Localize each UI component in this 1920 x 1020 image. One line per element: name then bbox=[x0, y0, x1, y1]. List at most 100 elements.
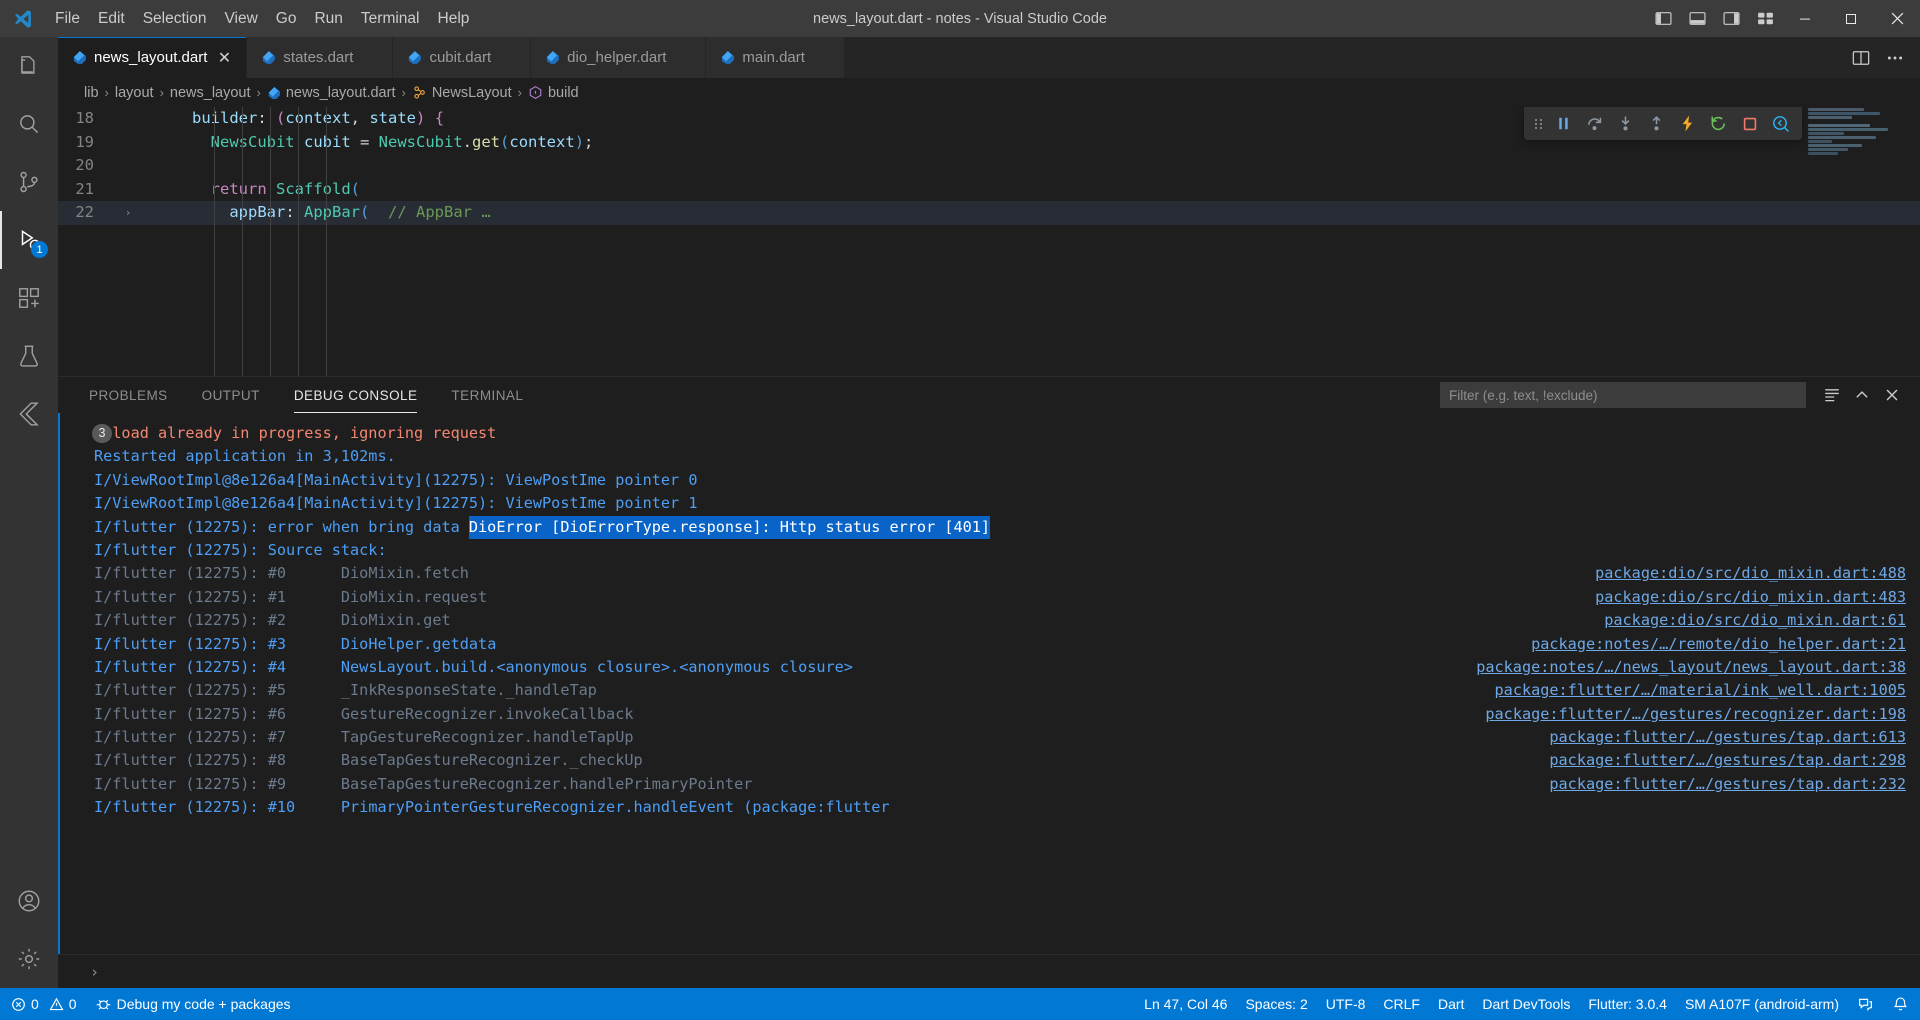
breadcrumb-item-newslayout-class[interactable]: NewsLayout bbox=[412, 85, 512, 101]
debug-console-output[interactable]: 3 Reload already in progress, ignoring r… bbox=[60, 413, 1920, 954]
menu-selection[interactable]: Selection bbox=[134, 0, 216, 37]
stack-frame-link[interactable]: package:notes/…/remote/dio_helper.dart:2… bbox=[1531, 633, 1906, 656]
panel-tab-output[interactable]: OUTPUT bbox=[191, 377, 271, 413]
stack-frame-link[interactable]: package:dio/src/dio_mixin.dart:483 bbox=[1595, 586, 1906, 609]
code-editor[interactable]: 18 builder: (context, state) { 19 NewsCu… bbox=[58, 107, 1920, 376]
line-content bbox=[136, 154, 1920, 178]
debug-session-label: Debug my code + packages bbox=[116, 996, 291, 1012]
tab-cubit-dart[interactable]: cubit.dart ✕ bbox=[393, 37, 532, 78]
stack-frame-link[interactable]: package:flutter/…/gestures/tap.dart:613 bbox=[1549, 726, 1906, 749]
console-filter[interactable] bbox=[1440, 382, 1806, 408]
editor-vertical-scrollbar[interactable] bbox=[1906, 107, 1920, 376]
status-device[interactable]: SM A107F (android-arm) bbox=[1676, 988, 1848, 1020]
fold-indicator[interactable] bbox=[120, 178, 136, 202]
fold-indicator[interactable]: › bbox=[120, 201, 136, 225]
status-language-mode[interactable]: Dart bbox=[1429, 988, 1473, 1020]
stack-frame-link[interactable]: package:dio/src/dio_mixin.dart:61 bbox=[1604, 609, 1906, 632]
tab-news-layout-dart[interactable]: news_layout.dart ✕ bbox=[58, 37, 248, 78]
toggle-primary-sidebar-icon[interactable] bbox=[1646, 0, 1680, 37]
status-notifications[interactable] bbox=[1883, 988, 1918, 1020]
panel-actions bbox=[1440, 381, 1920, 409]
status-dart-devtools[interactable]: Dart DevTools bbox=[1473, 988, 1579, 1020]
breadcrumb-item-build-method[interactable]: build bbox=[528, 85, 579, 101]
stack-frame-link[interactable]: package:flutter/…/gestures/tap.dart:232 bbox=[1549, 773, 1906, 796]
activitybar-item-explorer[interactable] bbox=[0, 37, 58, 95]
vscode-logo-icon bbox=[0, 8, 46, 30]
open-devtools-button[interactable] bbox=[1765, 110, 1796, 138]
debug-console-input[interactable]: › bbox=[58, 954, 1920, 988]
activitybar-item-accounts[interactable] bbox=[0, 872, 58, 930]
customize-layout-icon[interactable] bbox=[1748, 0, 1782, 37]
minimap[interactable] bbox=[1802, 107, 1906, 376]
grip-dots-icon[interactable] bbox=[1530, 116, 1548, 132]
activitybar-item-search[interactable] bbox=[0, 95, 58, 153]
panel-tab-debug-console[interactable]: DEBUG CONSOLE bbox=[283, 377, 429, 413]
activitybar-item-source-control[interactable] bbox=[0, 153, 58, 211]
console-stack-frame: I/flutter (12275): #2 DioMixin.get packa… bbox=[60, 609, 1920, 632]
breadcrumb-separator: › bbox=[517, 85, 522, 100]
menu-file[interactable]: File bbox=[46, 0, 89, 37]
status-cursor-position[interactable]: Ln 47, Col 46 bbox=[1135, 988, 1236, 1020]
status-encoding[interactable]: UTF-8 bbox=[1317, 988, 1375, 1020]
breadcrumb-item-lib[interactable]: lib bbox=[84, 85, 99, 101]
status-debug-session[interactable]: Debug my code + packages bbox=[86, 988, 300, 1020]
tab-dio-helper-dart[interactable]: dio_helper.dart ✕ bbox=[531, 37, 707, 78]
activitybar-item-extensions[interactable] bbox=[0, 269, 58, 327]
close-icon[interactable] bbox=[1878, 381, 1906, 409]
tab-states-dart[interactable]: states.dart ✕ bbox=[247, 37, 394, 78]
panel-tab-terminal[interactable]: TERMINAL bbox=[440, 377, 534, 413]
stack-frame-link[interactable]: package:dio/src/dio_mixin.dart:488 bbox=[1595, 562, 1906, 585]
stack-frame-link[interactable]: package:flutter/…/gestures/recognizer.da… bbox=[1485, 703, 1906, 726]
status-live-share[interactable] bbox=[1848, 988, 1883, 1020]
debug-toolbar[interactable] bbox=[1524, 107, 1802, 140]
debug-pause-button[interactable] bbox=[1548, 110, 1579, 138]
panel-tab-problems[interactable]: PROBLEMS bbox=[78, 377, 179, 413]
debug-stop-button[interactable] bbox=[1734, 110, 1765, 138]
fold-indicator[interactable] bbox=[120, 154, 136, 178]
hot-reload-button[interactable] bbox=[1672, 110, 1703, 138]
stack-frame-link[interactable]: package:notes/…/news_layout/news_layout.… bbox=[1476, 656, 1906, 679]
debug-step-over-button[interactable] bbox=[1579, 110, 1610, 138]
console-selected-text[interactable]: DioError [DioErrorType.response]: Http s… bbox=[468, 515, 991, 539]
stack-frame-link[interactable]: package:flutter/…/gestures/tap.dart:298 bbox=[1549, 749, 1906, 772]
activitybar-item-testing[interactable] bbox=[0, 327, 58, 385]
hot-restart-button[interactable] bbox=[1703, 110, 1734, 138]
menu-run[interactable]: Run bbox=[305, 0, 351, 37]
status-eol[interactable]: CRLF bbox=[1374, 988, 1429, 1020]
menu-edit[interactable]: Edit bbox=[89, 0, 134, 37]
debug-step-into-button[interactable] bbox=[1610, 110, 1641, 138]
activitybar-item-manage[interactable] bbox=[0, 930, 58, 988]
activitybar-item-flutter-inspector[interactable] bbox=[0, 385, 58, 443]
window-maximize-button[interactable] bbox=[1828, 0, 1874, 37]
stack-frame-link[interactable]: package:flutter/…/material/ink_well.dart… bbox=[1495, 679, 1906, 702]
fold-indicator[interactable] bbox=[120, 131, 136, 155]
breadcrumb-item-news-layout-dart[interactable]: news_layout.dart bbox=[267, 85, 395, 101]
debug-step-out-button[interactable] bbox=[1641, 110, 1672, 138]
more-actions-icon[interactable] bbox=[1880, 43, 1910, 73]
status-indentation[interactable]: Spaces: 2 bbox=[1236, 988, 1316, 1020]
split-editor-icon[interactable] bbox=[1846, 43, 1876, 73]
fold-indicator[interactable] bbox=[120, 107, 136, 131]
status-flutter-version[interactable]: Flutter: 3.0.4 bbox=[1579, 988, 1676, 1020]
tab-close-icon[interactable]: ✕ bbox=[214, 48, 234, 68]
console-text: Restarted application in 3,102ms. bbox=[94, 447, 396, 466]
status-problems[interactable]: 0 0 bbox=[2, 988, 86, 1020]
tab-main-dart[interactable]: main.dart ✕ bbox=[706, 37, 845, 78]
clear-console-icon[interactable] bbox=[1818, 381, 1846, 409]
breadcrumb-label: news_layout bbox=[169, 84, 251, 101]
error-icon bbox=[11, 997, 26, 1012]
toggle-panel-icon[interactable] bbox=[1680, 0, 1714, 37]
menu-terminal[interactable]: Terminal bbox=[352, 0, 429, 37]
window-close-button[interactable] bbox=[1874, 0, 1920, 37]
activitybar-item-run-and-debug[interactable]: 1 bbox=[0, 211, 58, 269]
toggle-secondary-sidebar-icon[interactable] bbox=[1714, 0, 1748, 37]
chevron-up-icon[interactable] bbox=[1848, 381, 1876, 409]
menu-bar[interactable]: File Edit Selection View Go Run Terminal… bbox=[46, 0, 478, 37]
console-filter-input[interactable] bbox=[1449, 387, 1797, 403]
window-minimize-button[interactable] bbox=[1782, 0, 1828, 37]
menu-help[interactable]: Help bbox=[429, 0, 479, 37]
menu-view[interactable]: View bbox=[215, 0, 266, 37]
breadcrumb-item-news-layout[interactable]: news_layout bbox=[170, 85, 251, 101]
breadcrumb-item-layout[interactable]: layout bbox=[115, 85, 154, 101]
menu-go[interactable]: Go bbox=[267, 0, 306, 37]
